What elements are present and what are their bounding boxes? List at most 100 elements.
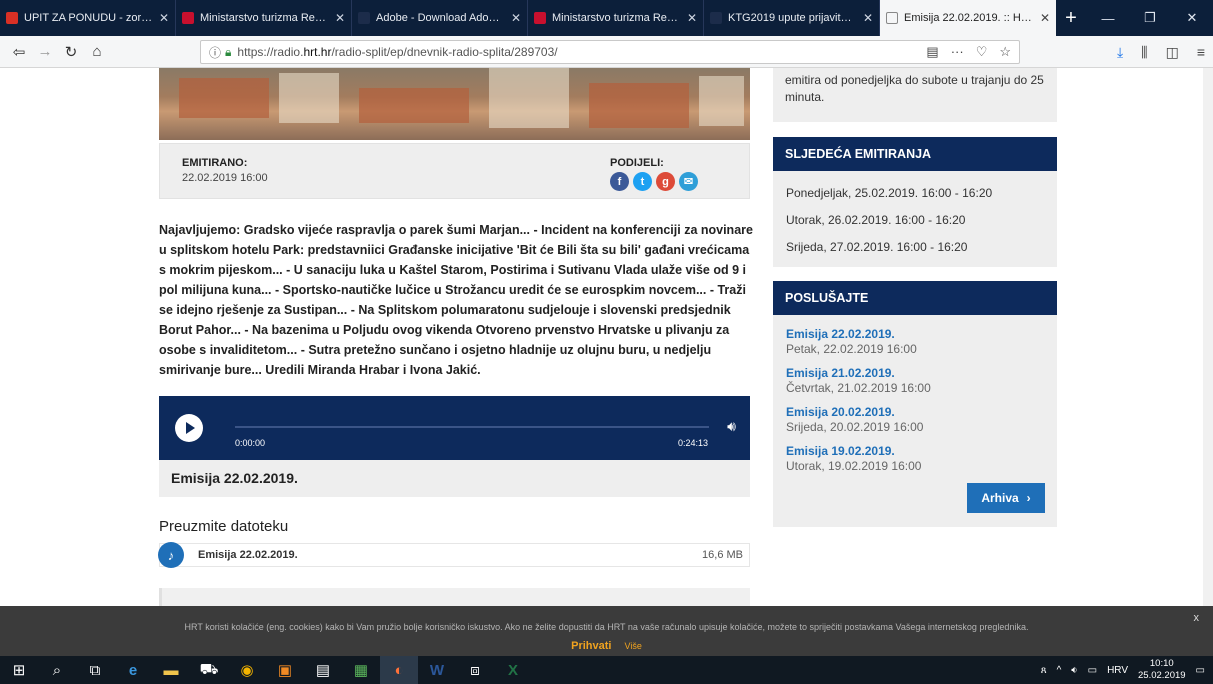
notifications-icon[interactable]: ▭ [1196,665,1205,676]
windows-start-icon[interactable]: ⊞ [0,656,38,684]
firefox-icon[interactable]: ◐ [380,656,418,684]
info-icon[interactable]: ⓘ [209,44,221,61]
listen-item-date: Utorak, 19.02.2019 16:00 [786,459,922,473]
url-prefix: https://radio. [237,45,304,59]
word-icon[interactable]: W [418,656,456,684]
url-host: hrt.hr [303,45,332,59]
tab-title: Emisija 22.02.2019. :: HRT – Ra [904,12,1034,24]
network-tray-icon[interactable]: ▭ [1088,665,1097,676]
listen-item-title[interactable]: Emisija 20.02.2019. [786,405,1044,419]
ministry-favicon-icon [534,12,546,24]
close-window-icon[interactable]: ✕ [1171,0,1213,36]
minimize-icon[interactable]: — [1087,0,1129,36]
task-view-icon[interactable]: ⧉ [76,656,114,684]
new-tab-button[interactable]: + [1056,0,1086,36]
forward-icon[interactable]: → [32,43,58,60]
store-icon[interactable]: ▤ [304,656,342,684]
file-explorer-icon[interactable]: ▬ [152,656,190,684]
tray-chevron-up-icon[interactable]: ^ [1057,665,1062,676]
people-icon[interactable]: ጸ [1041,665,1047,676]
pocket-icon[interactable]: ♡ [976,44,988,60]
download-row[interactable]: ♪ Emisija 22.02.2019. 16,6 MB [158,542,750,568]
tab-title: UPIT ZA PONUDU - zorana.zd [24,12,153,24]
play-button[interactable] [175,414,203,442]
home-icon[interactable]: ⌂ [84,43,110,60]
browser-tab-5[interactable]: KTG2019 upute prijaviteljima - 00 ✕ [704,0,880,36]
tab-title: Ministarstvo turizma Republike [552,12,681,24]
photos-icon[interactable]: ▦ [342,656,380,684]
cookie-more-link[interactable]: Više [625,641,642,651]
tab-title: KTG2019 upute prijaviteljima - 00 [728,12,857,24]
listen-item[interactable]: Emisija 19.02.2019. Utorak, 19.02.2019 1… [773,444,1057,483]
close-tab-icon[interactable]: ✕ [159,11,169,25]
hrt-favicon-icon [886,12,898,24]
bookmark-star-icon[interactable]: ☆ [999,44,1011,60]
archive-button[interactable]: Arhiva › [967,483,1045,513]
clock[interactable]: 10:10 25.02.2019 [1138,658,1186,682]
document-favicon-icon [710,12,722,24]
browser-tab-1[interactable]: UPIT ZA PONUDU - zorana.zd ✕ [0,0,176,36]
browser-tab-active[interactable]: Emisija 22.02.2019. :: HRT – Ra ✕ [880,0,1056,36]
schedule-item: Srijeda, 27.02.2019. 16:00 - 16:20 [786,239,968,254]
close-tab-icon[interactable]: ✕ [687,11,697,25]
twitter-icon[interactable]: t [633,172,652,191]
episode-hero-image [159,68,750,140]
tab-title: Ministarstvo turizma Republike [200,12,329,24]
reader-view-icon[interactable]: ▤ [926,44,938,60]
volume-tray-icon[interactable]: 🔉︎ [1071,665,1077,676]
excel-icon[interactable]: X [494,656,532,684]
sidebar-intro-text: emitira od ponedjeljka do subote u traja… [785,73,1044,104]
clock-time: 10:10 [1149,658,1174,669]
listen-item[interactable]: Emisija 20.02.2019. Srijeda, 20.02.2019 … [773,405,1057,444]
close-tab-icon[interactable]: ✕ [511,11,521,25]
progress-track[interactable] [235,426,709,428]
listen-item-title[interactable]: Emisija 22.02.2019. [786,327,1044,341]
menu-icon[interactable]: ≡ [1197,44,1205,60]
edge-icon[interactable]: e [114,656,152,684]
listen-item[interactable]: Emisija 22.02.2019. Petak, 22.02.2019 16… [773,327,1057,366]
download-file-name[interactable]: Emisija 22.02.2019. [198,549,298,561]
listen-item-title[interactable]: Emisija 19.02.2019. [786,444,1044,458]
browser-tab-3[interactable]: Adobe - Download Adobe Ac ✕ [352,0,528,36]
library-icon[interactable]: ⫼ [1141,44,1147,61]
cookie-close-button[interactable]: x [1194,612,1200,624]
search-icon[interactable]: ⌕ [38,656,76,684]
email-icon[interactable]: ✉ [679,172,698,191]
browser-tab-2[interactable]: Ministarstvo turizma Republike ✕ [176,0,352,36]
close-tab-icon[interactable]: ✕ [1040,11,1050,25]
listen-item-date: Srijeda, 20.02.2019 16:00 [786,420,924,434]
windows-taskbar: ⊞ ⌕ ⧉ e ▬ ⛟ ◉ ▣ ▤ ▦ ◐ W ⧈ X ጸ ^ 🔉︎ ▭ HRV… [0,656,1213,684]
language-indicator[interactable]: HRV [1107,665,1128,676]
volume-icon[interactable]: 🔊︎ [727,418,736,435]
restore-icon[interactable]: ❐ [1129,0,1171,36]
downloads-icon[interactable]: ⤓ [1117,44,1123,61]
back-icon[interactable]: ⇦ [6,43,32,61]
close-tab-icon[interactable]: ✕ [335,11,345,25]
network-app-icon[interactable]: ⧈ [456,656,494,684]
page-actions-icon[interactable]: ··· [951,44,964,60]
toolbar-right: ⤓ ⫼ ◫ ≡ [1117,36,1205,68]
listen-item-date: Četvrtak, 21.02.2019 16:00 [786,381,931,395]
share-label: PODIJELI: [610,157,664,169]
cookie-accept-button[interactable]: Prihvati [571,640,611,652]
sidebar-icon[interactable]: ◫ [1166,44,1179,61]
cookie-banner: HRT koristi kolačiće (eng. cookies) kako… [0,606,1213,656]
network-drive-icon[interactable]: ⛟ [190,656,228,684]
schedule-item: Ponedjeljak, 25.02.2019. 16:00 - 16:20 [786,185,993,200]
adobe-favicon-icon [358,12,370,24]
episode-description: Najavljujemo: Gradsko vijeće raspravlja … [159,223,753,377]
close-tab-icon[interactable]: ✕ [863,11,873,25]
browser-tab-4[interactable]: Ministarstvo turizma Republike ✕ [528,0,704,36]
clock-date: 25.02.2019 [1138,670,1186,681]
chrome-icon[interactable]: ◉ [228,656,266,684]
googleplus-icon[interactable]: g [656,172,675,191]
facebook-icon[interactable]: f [610,172,629,191]
share-icons: f t g ✉ [610,172,698,191]
page-scrollbar[interactable] [1203,68,1213,606]
reload-icon[interactable]: ↻ [58,43,84,61]
media-player-icon[interactable]: ▣ [266,656,304,684]
listen-item[interactable]: Emisija 21.02.2019. Četvrtak, 21.02.2019… [773,366,1057,405]
listen-item-title[interactable]: Emisija 21.02.2019. [786,366,1044,380]
schedule-heading: SLJEDEĆA EMITIRANJA [773,137,1057,171]
address-bar[interactable]: ⓘ 🔒︎ https://radio. hrt.hr/radio-split/ep… [200,40,1020,64]
